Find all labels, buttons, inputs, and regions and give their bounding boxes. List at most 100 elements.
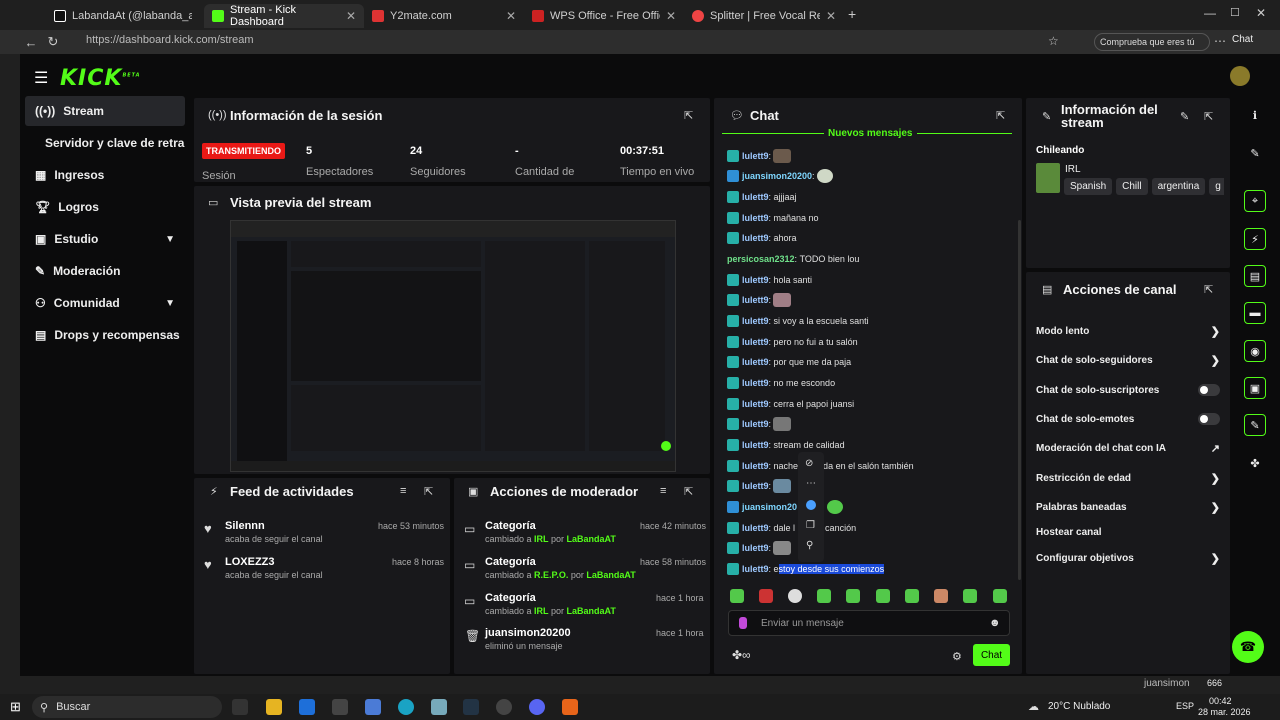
help-chat-icon[interactable]: ☎ [1232,631,1264,663]
chat-message[interactable]: lulett9: no me escondo [727,376,835,390]
menu-dots-icon[interactable]: ⋯ [1214,34,1226,48]
maximize-icon[interactable]: ☐ [1230,6,1240,19]
close-window-icon[interactable]: ✕ [1256,6,1266,20]
stream-preview-video[interactable] [230,220,676,472]
followers-only-row[interactable]: Chat de solo-seguidores ❯ [1036,350,1220,370]
weather-icon[interactable]: ☁ [1028,700,1039,713]
chat-username[interactable]: lulett9 [742,151,769,161]
emote-icon[interactable] [993,589,1007,603]
chat-username[interactable]: lulett9 [742,357,769,367]
search-icon[interactable]: ⚲ [806,540,813,551]
edit-pencil-icon[interactable]: ✎ [1180,110,1189,123]
lightning-icon[interactable]: ⚡︎ [1244,228,1266,250]
back-icon[interactable]: ← [20,31,42,53]
age-restriction-row[interactable]: Restricción de edad ❯ [1036,468,1220,488]
chat-message[interactable]: lulett9: dale l a canción [727,521,856,535]
emote-icon[interactable] [905,589,919,603]
clock-time[interactable]: 00:42 [1209,696,1232,706]
chat-username[interactable]: lulett9 [742,275,769,285]
emotes-only-toggle[interactable] [1198,413,1220,425]
copilot-icon[interactable] [806,500,816,510]
chat-input[interactable]: Enviar un mensaje ☻ [728,610,1010,636]
category-name[interactable]: IRL [1065,164,1081,175]
ai-moderation-row[interactable]: Moderación del chat con IA ↗ [1036,438,1220,458]
emote-icon[interactable] [963,589,977,603]
popout-icon[interactable]: ⇱ [996,109,1005,122]
info-icon[interactable]: ℹ [1244,104,1266,126]
refresh-icon[interactable]: ↻ [42,31,64,53]
subscribers-only-toggle[interactable] [1198,384,1220,396]
chat-username[interactable]: lulett9 [742,233,769,243]
close-tab-icon[interactable]: ✕ [826,9,836,23]
copilot-chat-button[interactable]: Chat [1232,34,1253,45]
tab-tiktok[interactable]: LabandaAt (@labanda_at) | TikTok [46,4,204,28]
sidebar-item-stream[interactable]: ((•)) Stream [25,96,185,126]
chat-message[interactable]: lulett9: [727,293,792,307]
chat-message[interactable]: lulett9: e stoy desde sus comienzos [727,562,885,576]
chat-username[interactable]: lulett9 [742,295,769,305]
tag[interactable]: argentina [1151,178,1206,195]
category-thumbnail[interactable] [1036,163,1060,193]
close-tab-icon[interactable]: ✕ [346,9,356,23]
minimize-icon[interactable]: — [1204,6,1216,20]
broadcast-icon[interactable]: ◉ [1244,340,1266,362]
send-chat-button[interactable]: Chat [973,644,1010,666]
chat-username[interactable]: lulett9 [742,564,769,574]
chat-message[interactable]: lulett9: pero no fui a tu salón [727,335,858,349]
chat-message[interactable]: juansimon20 [727,500,844,514]
outlook-icon[interactable] [299,699,315,715]
kick-points-icon[interactable]: ✤∞ [732,648,751,662]
tab-splitter[interactable]: Splitter | Free Vocal Remover Tool ✕ [684,4,844,28]
emote-icon[interactable] [788,589,802,603]
chat-message[interactable]: lulett9: hola santi [727,273,812,287]
emote-icon[interactable] [730,589,744,603]
chat-message[interactable]: lulett9: [727,479,792,493]
filter-icon[interactable]: ≡ [400,485,406,497]
steam-icon[interactable] [463,699,479,715]
chat-username[interactable]: lulett9 [742,481,769,491]
chat-username[interactable]: lulett9 [742,378,769,388]
filter-icon[interactable]: ≡ [660,485,666,497]
tab-wps[interactable]: WPS Office - Free Office Downloa ✕ [524,4,684,28]
language-indicator[interactable]: ESP [1176,701,1194,711]
task-view-icon[interactable] [232,699,248,715]
weather-text[interactable]: 20°C Nublado [1048,701,1110,712]
emote-icon[interactable] [934,589,948,603]
windows-start-icon[interactable]: ⊞ [10,699,21,715]
wrench-icon[interactable]: ✎ [1244,414,1266,436]
popout-icon[interactable]: ⇱ [424,485,433,498]
emote-icon[interactable] [759,589,773,603]
chat-username[interactable]: lulett9 [742,399,769,409]
chat-message[interactable]: lulett9: si voy a la escuela santi [727,314,869,328]
target-icon[interactable]: ⌖ [1244,190,1266,212]
chat-message[interactable]: juansimon20200: [727,169,833,183]
chat-bubble-icon[interactable]: ▬ [1244,302,1266,324]
slow-mode-row[interactable]: Modo lento ❯ [1036,321,1220,341]
app-icon[interactable] [431,699,447,715]
chat-username[interactable]: lulett9 [742,337,769,347]
tab-y2mate[interactable]: Y2mate.com ✕ [364,4,524,28]
sidebar-item-ingresos[interactable]: ▦ Ingresos [25,160,185,190]
hide-icon[interactable]: ⊘ [805,458,813,469]
chat-username[interactable]: lulett9 [742,543,769,553]
chat-username[interactable]: lulett9 [742,523,769,533]
chat-message[interactable]: lulett9: ahora [727,231,797,245]
close-tab-icon[interactable]: ✕ [666,9,676,23]
settings-gear-icon[interactable]: ⚙ [952,650,962,663]
shield-icon[interactable]: ▣ [1244,377,1266,399]
chat-username[interactable]: juansimon20200 [742,171,812,181]
app-icon[interactable] [332,699,348,715]
app-icon[interactable] [365,699,381,715]
hamburger-menu-icon[interactable]: ☰ [34,68,48,88]
tag[interactable]: Spanish [1064,178,1113,195]
sidebar-item-server-key[interactable]: Servidor y clave de retransn [25,128,185,158]
url-field[interactable]: https://dashboard.kick.com/stream [86,34,254,46]
chat-message[interactable]: lulett9: por que me da paja [727,355,851,369]
discord-icon[interactable] [529,699,545,715]
user-avatar[interactable] [1230,66,1250,86]
chat-username[interactable]: juansimon20 [742,502,797,512]
chat-message[interactable]: lulett9: cerra el papoi juansi [727,397,854,411]
document-icon[interactable]: ▤ [1244,265,1266,287]
edit-pencil-icon[interactable]: ✎ [1244,142,1266,164]
clock-date[interactable]: 28 mar. 2026 [1198,707,1251,717]
